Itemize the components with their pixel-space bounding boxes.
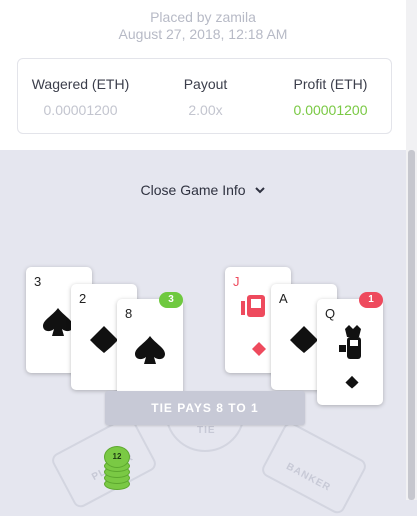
spade-icon <box>134 335 166 370</box>
wagered-stat: Wagered (ETH) 0.00001200 <box>18 59 143 135</box>
player-total-badge: 3 <box>159 292 183 308</box>
card-rank: J <box>233 274 240 289</box>
profit-value: 0.00001200 <box>293 102 368 118</box>
club-icon <box>289 324 319 359</box>
bet-stats-box: Wagered (ETH) 0.00001200 Payout 2.00x Pr… <box>17 58 392 134</box>
scrollbar[interactable] <box>406 0 417 500</box>
profit-stat: Profit (ETH) 0.00001200 <box>268 59 393 135</box>
club-icon <box>345 375 359 394</box>
player-bet-zone[interactable] <box>49 413 159 511</box>
close-game-info-button[interactable]: Close Game Info <box>0 182 406 198</box>
bet-info-panel: Placed by zamila August 27, 2018, 12:18 … <box>0 0 406 150</box>
placed-by-text: Placed by zamila <box>150 9 256 25</box>
payout-stat: Payout 2.00x <box>143 59 268 135</box>
card-rank: Q <box>325 306 336 321</box>
player-card-3: 8 <box>117 299 183 405</box>
close-game-info-label: Close Game Info <box>140 182 246 198</box>
payout-value: 2.00x <box>188 102 223 118</box>
scrollbar-thumb[interactable] <box>408 150 415 500</box>
chevron-down-icon <box>255 186 266 197</box>
diamond-icon <box>252 342 266 361</box>
tie-zone-label: TIE <box>197 425 216 436</box>
banker-total-badge: 1 <box>359 292 383 308</box>
banker-card-3: Q <box>317 299 383 405</box>
spade-icon <box>42 307 74 342</box>
card-rank: 3 <box>34 274 42 289</box>
banker-bet-zone[interactable] <box>259 419 369 516</box>
card-rank: 8 <box>125 306 133 321</box>
card-rank: A <box>279 291 288 306</box>
jack-face-icon <box>239 291 275 332</box>
tie-payout-banner: TIE PAYS 8 TO 1 <box>105 391 305 425</box>
wagered-value: 0.00001200 <box>43 102 118 118</box>
profit-label: Profit (ETH) <box>293 76 368 92</box>
queen-face-icon <box>337 323 369 368</box>
card-rank: 2 <box>79 291 87 306</box>
club-icon <box>89 324 119 359</box>
payout-label: Payout <box>183 76 228 92</box>
placed-date-text: August 27, 2018, 12:18 AM <box>118 26 288 42</box>
wagered-label: Wagered (ETH) <box>31 76 130 92</box>
bet-chip: 12 <box>104 446 130 468</box>
